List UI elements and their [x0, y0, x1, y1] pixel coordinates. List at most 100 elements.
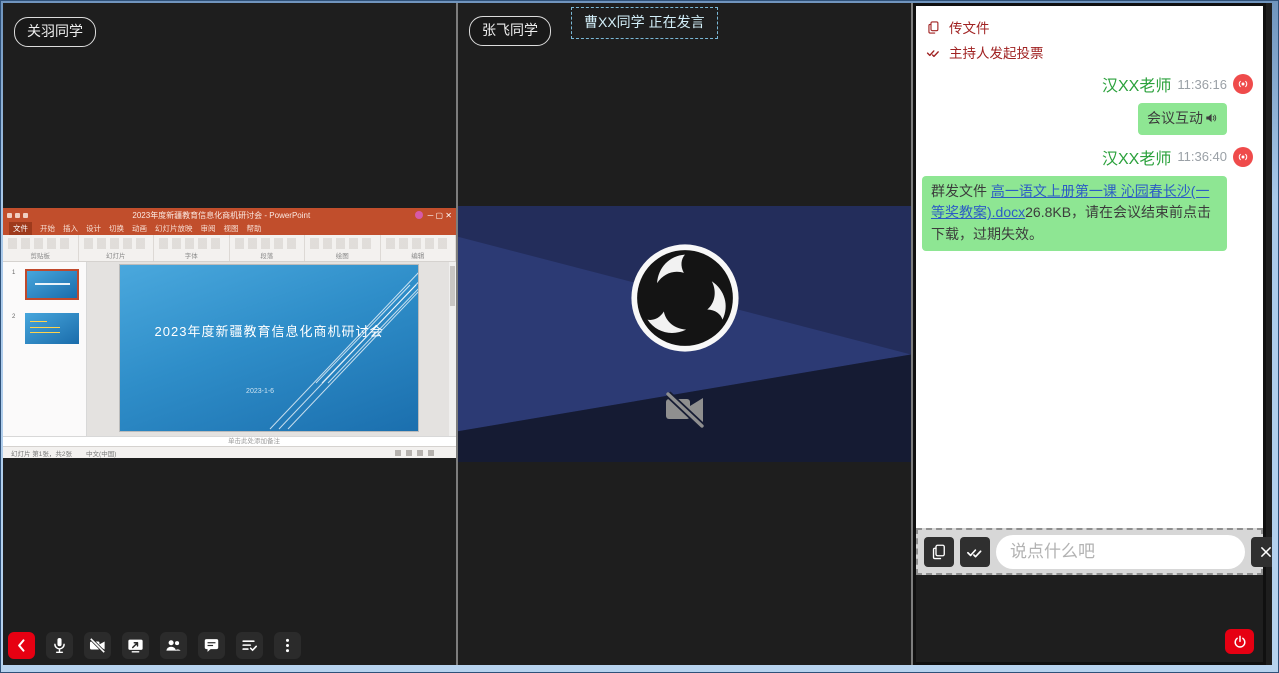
- ppt-ribbon-group: 剪贴板: [3, 235, 79, 261]
- ppt-titlebar: 2023年度新疆教育信息化商机研讨会 - PowerPoint ─ ▢ ✕: [3, 208, 456, 222]
- camera-off-button[interactable]: [84, 632, 111, 659]
- ppt-ribbon-tabs[interactable]: 文件开始插入设计切换动画幻灯片放映审阅视图帮助: [3, 222, 456, 235]
- chevron-left-icon: [12, 636, 31, 655]
- ppt-ribbon-group: 字体: [154, 235, 230, 261]
- ppt-notes-placeholder[interactable]: 单击此处添加备注: [3, 436, 456, 446]
- microphone-icon: [50, 636, 69, 655]
- ppt-tab[interactable]: 插入: [63, 223, 78, 234]
- participants-icon: [164, 636, 183, 655]
- message-time: 11:36:16: [1177, 77, 1227, 92]
- live-broadcast-badge: [1233, 147, 1253, 167]
- ppt-status-language: 中文(中国): [86, 448, 116, 458]
- notice-file-transfer[interactable]: 传文件: [926, 17, 1257, 37]
- participant-video-obs: [458, 206, 911, 462]
- microphone-button[interactable]: [46, 632, 73, 659]
- slide-thumbnail-2[interactable]: [25, 313, 79, 344]
- participants-button[interactable]: [160, 632, 187, 659]
- shared-screen-powerpoint: 2023年度新疆教育信息化商机研讨会 - PowerPoint ─ ▢ ✕ 文件…: [3, 208, 456, 458]
- bubble-text: 群发文件: [931, 183, 991, 199]
- slide-date: 2023-1-6: [120, 388, 400, 395]
- chat-panel: 传文件 主持人发起投票 汉XX老师 11:36:16: [913, 3, 1266, 665]
- power-icon: [1232, 634, 1248, 650]
- ppt-tab[interactable]: 帮助: [247, 223, 262, 234]
- ppt-quick-access-icons: [7, 213, 28, 218]
- more-button[interactable]: [274, 632, 301, 659]
- ppt-tab[interactable]: 审阅: [201, 223, 216, 234]
- screen-share-button[interactable]: [122, 632, 149, 659]
- ppt-view-zoom-controls[interactable]: [395, 450, 434, 456]
- ppt-ribbon-group: 段落: [230, 235, 306, 261]
- meeting-toolbar: [8, 632, 301, 659]
- ppt-window-title: 2023年度新疆教育信息化商机研讨会 - PowerPoint: [28, 210, 415, 221]
- ppt-slide: 2023年度新疆教育信息化商机研讨会 2023-1-6: [120, 265, 418, 431]
- ppt-tab[interactable]: 切换: [109, 223, 124, 234]
- ppt-tab[interactable]: 开始: [40, 223, 55, 234]
- message-time: 11:36:40: [1177, 149, 1227, 164]
- ppt-scrollbar[interactable]: [449, 262, 456, 436]
- live-broadcast-badge: [1233, 74, 1253, 94]
- ppt-thumbnail-pane: 1 2: [3, 262, 87, 436]
- message-sender: 汉XX老师: [1102, 72, 1171, 96]
- thumb-number: 2: [12, 314, 15, 320]
- notice-host-vote[interactable]: 主持人发起投票: [926, 42, 1257, 62]
- slide-thumbnail-1[interactable]: [25, 269, 79, 300]
- panel-divider: [911, 3, 913, 665]
- vote-button[interactable]: [960, 537, 990, 567]
- chat-message-list: 传文件 主持人发起投票 汉XX老师 11:36:16: [916, 6, 1263, 528]
- vote-check-icon: [966, 543, 984, 561]
- ppt-ribbon-group: 幻灯片: [79, 235, 155, 261]
- file-transfer-icon: [930, 543, 948, 561]
- slide-line-decor: [120, 265, 418, 431]
- ppt-ribbon-groups: 剪贴板幻灯片字体段落绘图编辑: [3, 235, 456, 262]
- ppt-tab[interactable]: 文件: [9, 222, 32, 235]
- speaker-icon: [1204, 111, 1218, 125]
- screen-share-icon: [126, 636, 145, 655]
- ppt-tab[interactable]: 设计: [86, 223, 101, 234]
- participant-name-tag: 关羽同学: [14, 17, 96, 47]
- ppt-slide-canvas: 2023年度新疆教育信息化商机研讨会 2023-1-6: [87, 262, 456, 436]
- end-meeting-button[interactable]: [1225, 629, 1254, 654]
- more-vertical-icon: [278, 636, 297, 655]
- bubble-text: 会议互动: [1147, 110, 1203, 126]
- vote-check-icon: [926, 45, 941, 60]
- ppt-ribbon-group: 编辑: [381, 235, 457, 261]
- chat-input-bar: [916, 528, 1263, 575]
- obs-logo-icon: [628, 241, 742, 355]
- checklist-icon: [240, 636, 259, 655]
- notice-label: 主持人发起投票: [949, 42, 1044, 62]
- ppt-status-slide-count: 幻灯片 第1张，共2张: [11, 448, 72, 458]
- meeting-app-window: 关羽同学 2023年度新疆教育信息化商机研讨会 - PowerPoint ─ ▢…: [0, 0, 1279, 673]
- chat-bubble-icon: [202, 636, 221, 655]
- chat-button[interactable]: [198, 632, 225, 659]
- back-button[interactable]: [8, 632, 35, 659]
- checklist-button[interactable]: [236, 632, 263, 659]
- message-bubble: 群发文件 高一语文上册第一课 沁园春长沙(一等奖教案).docx26.8KB，请…: [922, 176, 1227, 251]
- message-bubble: 会议互动: [1138, 103, 1227, 135]
- notice-label: 传文件: [949, 17, 990, 37]
- broadcast-icon: [1236, 77, 1250, 91]
- camera-off-icon: [88, 636, 107, 655]
- ppt-account-avatar: [415, 211, 423, 219]
- close-chat-button[interactable]: [1251, 537, 1272, 567]
- chat-message: 汉XX老师 11:36:16 会议互动: [922, 72, 1257, 135]
- chat-message: 汉XX老师 11:36:40 群发文件 高一语文上册第一课 沁园春长沙(一等奖教…: [922, 145, 1257, 251]
- meeting-app: 关羽同学 2023年度新疆教育信息化商机研讨会 - PowerPoint ─ ▢…: [3, 3, 1272, 665]
- chat-footer: [916, 575, 1263, 662]
- file-transfer-icon: [926, 20, 941, 35]
- ppt-tab[interactable]: 动画: [132, 223, 147, 234]
- active-speaker-notice: 曹XX同学 正在发言: [571, 7, 718, 39]
- thumb-number: 1: [12, 270, 15, 276]
- ppt-status-bar: 幻灯片 第1张，共2张 中文(中国): [3, 446, 456, 458]
- ppt-tab[interactable]: 视图: [224, 223, 239, 234]
- close-icon: [1257, 543, 1272, 561]
- message-sender: 汉XX老师: [1102, 145, 1171, 169]
- ppt-tab[interactable]: 幻灯片放映: [155, 223, 193, 234]
- send-file-button[interactable]: [924, 537, 954, 567]
- broadcast-icon: [1236, 150, 1250, 164]
- slide-title: 2023年度新疆教育信息化商机研讨会: [120, 321, 418, 340]
- ppt-window-controls[interactable]: ─ ▢ ✕: [428, 211, 452, 220]
- participant-name-tag: 张飞同学: [469, 16, 551, 46]
- chat-message-input[interactable]: [996, 535, 1245, 569]
- panel-divider: [456, 3, 458, 665]
- camera-off-icon: [662, 389, 708, 431]
